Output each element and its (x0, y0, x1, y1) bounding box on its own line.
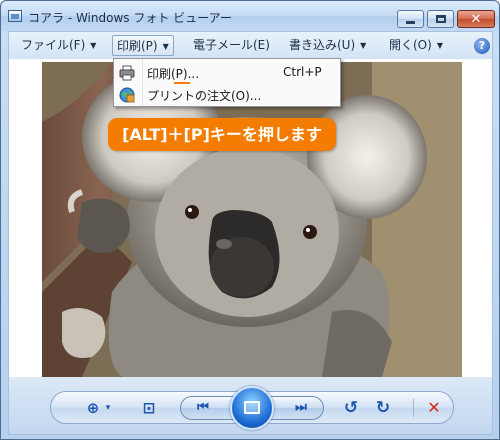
chevron-down-icon: ▼ (436, 41, 443, 50)
order-prints-globe-icon (119, 87, 135, 103)
menu-burn[interactable]: 書き込み(U) ▼ (285, 35, 370, 56)
previous-icon[interactable]: ⏮ (193, 398, 213, 418)
minimize-icon (406, 20, 415, 24)
minimize-button[interactable] (397, 10, 424, 28)
next-icon[interactable]: ⏭ (291, 398, 311, 418)
slideshow-button[interactable] (230, 386, 274, 430)
menu-item-print-shortcut: Ctrl+P (283, 65, 322, 79)
menu-item-print-label: 印刷(P)... (147, 67, 200, 81)
chevron-down-icon: ▼ (162, 42, 169, 51)
menu-bar: ファイル(F) ▼ 印刷(P) ▼ 電子メール(E) 書き込み(U) ▼ 開く(O) ▼… (8, 31, 493, 59)
printer-icon (119, 65, 135, 81)
print-dropdown-menu: 印刷(P)... Ctrl+P プリントの注文(O)... (113, 58, 341, 107)
menu-file[interactable]: ファイル(F) ▼ (17, 35, 100, 56)
menu-item-order-prints-label: プリントの注文(O)... (147, 89, 262, 103)
title-bar[interactable]: コアラ - Windows フォト ビューアー ✕ (1, 1, 499, 31)
menu-email-label: 電子メール(E) (193, 38, 270, 52)
zoom-icon[interactable]: ⊕ (83, 398, 103, 418)
menu-open-label: 開く(O) (389, 38, 432, 52)
photo-viewer-window: コアラ - Windows フォト ビューアー ✕ ファイル(F) ▼ 印刷(P)… (0, 0, 500, 440)
menu-item-order-prints[interactable]: プリントの注文(O)... (114, 84, 340, 106)
playback-controls: ⊕ ▾ ⊡ ⏮ ⏭ ↺ ↻ ✕ (50, 386, 454, 430)
menu-file-label: ファイル(F) (21, 38, 86, 52)
maximize-icon (435, 15, 446, 23)
delete-icon[interactable]: ✕ (424, 398, 444, 418)
close-icon: ✕ (470, 11, 482, 27)
toolbar-separator (413, 399, 414, 417)
window-title: コアラ - Windows フォト ビューアー (28, 11, 232, 25)
koala-illustration (42, 62, 462, 377)
koala-photo (42, 62, 462, 377)
close-button[interactable]: ✕ (457, 10, 495, 28)
rotate-clockwise-icon[interactable]: ↻ (373, 398, 393, 418)
photo-viewer-app-icon (8, 10, 22, 22)
chevron-down-icon[interactable]: ▾ (103, 398, 113, 418)
menu-open[interactable]: 開く(O) ▼ (385, 35, 447, 56)
menu-burn-label: 書き込み(U) (289, 38, 356, 52)
actual-size-icon[interactable]: ⊡ (139, 398, 159, 418)
menu-print-label: 印刷(P) (117, 39, 158, 53)
menu-print[interactable]: 印刷(P) ▼ (112, 35, 174, 56)
rotate-counterclockwise-icon[interactable]: ↺ (341, 398, 361, 418)
slideshow-icon (244, 401, 260, 414)
menu-item-print[interactable]: 印刷(P)... Ctrl+P (114, 62, 340, 84)
bottom-toolbar: ⊕ ▾ ⊡ ⏮ ⏭ ↺ ↻ ✕ (8, 377, 493, 435)
chevron-down-icon: ▼ (90, 41, 97, 50)
menu-email[interactable]: 電子メール(E) (189, 35, 274, 56)
maximize-button[interactable] (427, 10, 454, 28)
help-icon[interactable]: ? (474, 38, 490, 54)
keyboard-hint-callout: [ALT]＋[P]キーを押します (108, 118, 336, 151)
chevron-down-icon: ▼ (360, 41, 367, 50)
